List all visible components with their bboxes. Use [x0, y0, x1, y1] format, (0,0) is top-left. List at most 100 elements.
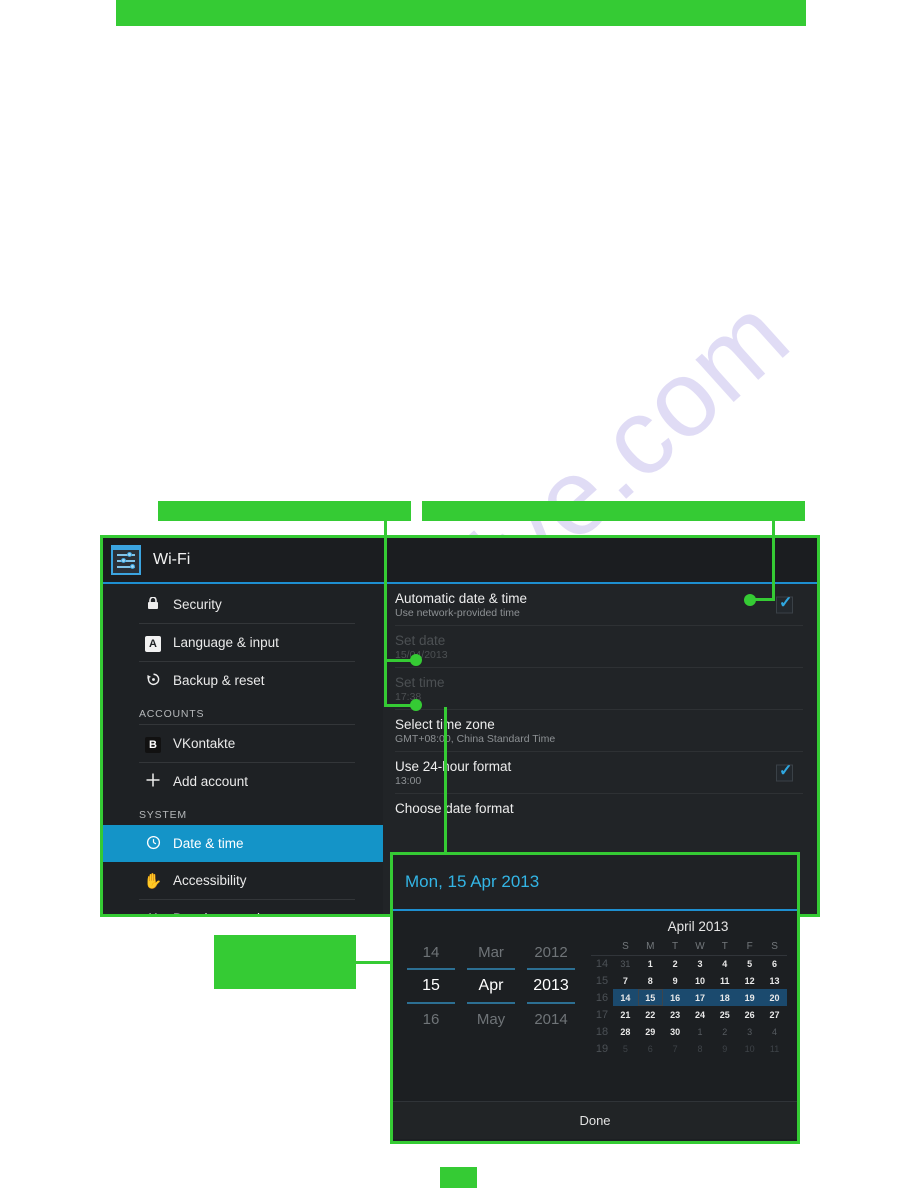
calendar-day[interactable]: 8	[688, 1040, 713, 1057]
day-spinner[interactable]: 14 15 16	[403, 937, 459, 1101]
calendar-day[interactable]: 25	[712, 1006, 737, 1023]
calendar-day[interactable]: 29	[638, 1023, 663, 1040]
calendar-day[interactable]: 14	[613, 989, 638, 1006]
day-spinner-current[interactable]: 15	[403, 970, 459, 1002]
calendar-day[interactable]: 28	[613, 1023, 638, 1040]
month-spinner-current[interactable]: Apr	[463, 970, 519, 1002]
calendar-day[interactable]: 4	[712, 955, 737, 972]
setting-row-select-time-zone[interactable]: Select time zone GMT+08:00, China Standa…	[383, 710, 817, 751]
calendar-day[interactable]: 10	[737, 1040, 762, 1057]
sidebar-item-label: Accessibility	[173, 873, 247, 888]
sidebar-item-security[interactable]: Security	[103, 586, 383, 623]
setting-subtitle: GMT+08:00, China Standard Time	[395, 733, 556, 745]
setting-title: Automatic date & time	[395, 591, 528, 606]
setting-title: Choose date format	[395, 801, 514, 816]
calendar-weekday-header: S	[613, 939, 638, 956]
calendar-day[interactable]: 27	[762, 1006, 787, 1023]
connector-dot-auto-checkbox	[744, 594, 756, 606]
calendar-day[interactable]: 7	[613, 972, 638, 989]
calendar-day[interactable]: 6	[762, 955, 787, 972]
calendar-day[interactable]: 26	[737, 1006, 762, 1023]
sidebar-item-label: Date & time	[173, 836, 244, 851]
calendar-day[interactable]: 30	[663, 1023, 688, 1040]
sidebar-item-backup-reset[interactable]: Backup & reset	[103, 662, 383, 699]
calendar-day[interactable]: 9	[712, 1040, 737, 1057]
calendar-week-number: 15	[595, 974, 609, 987]
sidebar-item-label: Security	[173, 597, 222, 612]
year-spinner-next[interactable]: 2014	[523, 1004, 579, 1035]
calendar-day[interactable]: 3	[737, 1023, 762, 1040]
calendar-day[interactable]: 8	[638, 972, 663, 989]
plus-icon	[143, 772, 163, 791]
calendar-day[interactable]: 17	[687, 989, 713, 1006]
use-24-hour-format-checkbox[interactable]: ✓	[776, 762, 793, 781]
calendar-day[interactable]: 11	[762, 1040, 787, 1057]
calendar-day[interactable]: 5	[737, 955, 762, 972]
year-spinner[interactable]: 2012 2013 2014	[523, 937, 579, 1101]
sidebar-section-system: SYSTEM	[139, 809, 187, 821]
calendar-day[interactable]: 6	[638, 1040, 663, 1057]
sidebar-item-language-input[interactable]: A Language & input	[103, 624, 383, 661]
day-spinner-prev[interactable]: 14	[403, 937, 459, 968]
calendar-day[interactable]: 3	[688, 955, 713, 972]
day-spinner-next[interactable]: 16	[403, 1004, 459, 1035]
sidebar-item-vkontakte[interactable]: B VKontakte	[103, 725, 383, 762]
setting-subtitle: 17:38	[395, 691, 422, 703]
calendar-day[interactable]: 1	[638, 955, 663, 972]
calendar-body: 14 31 1 2 3 4 5 6 15 7 8 9 10 11 12 13 16 14 15 16 17 18 19 20 1…	[591, 955, 787, 1057]
calendar-weekday-header: M	[637, 939, 663, 956]
calendar-day[interactable]: 2	[712, 1023, 737, 1040]
sidebar-item-date-time[interactable]: Date & time	[103, 825, 383, 862]
calendar-day[interactable]: 2	[663, 955, 688, 972]
sidebar-item-label: Add account	[173, 774, 249, 789]
setting-row-choose-date-format[interactable]: Choose date format	[383, 794, 817, 822]
calendar-week-row: 17 21 22 23 24 25 26 27	[591, 1006, 787, 1023]
calendar-weekday-header: T	[662, 939, 688, 956]
month-spinner-next[interactable]: May	[463, 1004, 519, 1035]
calendar-day[interactable]: 16	[662, 989, 688, 1006]
calendar-day[interactable]: 9	[663, 972, 688, 989]
calendar-day[interactable]: 18	[712, 989, 738, 1006]
calendar-day[interactable]: 23	[663, 1006, 688, 1023]
calendar-day[interactable]: 21	[613, 1006, 638, 1023]
setting-title: Set date	[395, 633, 446, 648]
setting-row-use-24-hour-format[interactable]: Use 24-hour format 13:00 ✓	[383, 752, 817, 793]
sidebar-item-developer-options[interactable]: { } Developer options	[103, 900, 383, 914]
date-picker-footer[interactable]: Done	[393, 1101, 797, 1139]
calendar-day[interactable]: 31	[613, 955, 638, 972]
sidebar-item-add-account[interactable]: Add account	[103, 763, 383, 800]
setting-title: Set time	[395, 675, 445, 690]
calendar-day[interactable]: 4	[762, 1023, 787, 1040]
calendar-day[interactable]: 1	[688, 1023, 713, 1040]
sidebar-item-label: Developer options	[173, 911, 282, 914]
sidebar-item-label: Language & input	[173, 635, 279, 650]
vkontakte-icon: B	[143, 735, 163, 753]
calendar-day[interactable]: 22	[638, 1006, 663, 1023]
connector-line-picker-vertical	[444, 707, 447, 853]
calendar-day[interactable]: 10	[688, 972, 713, 989]
year-spinner-prev[interactable]: 2012	[523, 937, 579, 968]
month-spinner-prev[interactable]: Mar	[463, 937, 519, 968]
automatic-date-time-checkbox[interactable]: ✓	[776, 594, 793, 613]
settings-sidebar: Security A Language & input Backup & res…	[103, 584, 383, 914]
calendar-day[interactable]: 19	[737, 989, 763, 1006]
calendar-day[interactable]: 7	[663, 1040, 688, 1057]
done-button[interactable]: Done	[579, 1113, 610, 1128]
date-picker-main: 14 15 16 Mar Apr May 2012 2013 2014 Apri…	[393, 911, 797, 1101]
calendar-week-number: 18	[595, 1025, 609, 1038]
settings-header-title: Wi-Fi	[153, 551, 191, 568]
calendar-day[interactable]: 5	[613, 1040, 638, 1057]
year-spinner-current[interactable]: 2013	[523, 970, 579, 1002]
calendar-day[interactable]: 24	[688, 1006, 713, 1023]
sidebar-item-accessibility[interactable]: ✋ Accessibility	[103, 862, 383, 899]
month-spinner[interactable]: Mar Apr May	[463, 937, 519, 1101]
calendar-day[interactable]: 13	[762, 972, 787, 989]
check-tick-icon: ✓	[779, 594, 793, 611]
calendar-day[interactable]: 12	[737, 972, 762, 989]
calendar-week-row: 14 31 1 2 3 4 5 6	[591, 955, 787, 972]
setting-row-set-time[interactable]: Set time 17:38	[383, 668, 817, 709]
setting-row-set-date[interactable]: Set date 15/04/2013	[383, 626, 817, 667]
calendar-day[interactable]: 20	[762, 989, 787, 1006]
calendar-day-selected[interactable]: 15	[637, 989, 663, 1006]
calendar-day[interactable]: 11	[712, 972, 737, 989]
